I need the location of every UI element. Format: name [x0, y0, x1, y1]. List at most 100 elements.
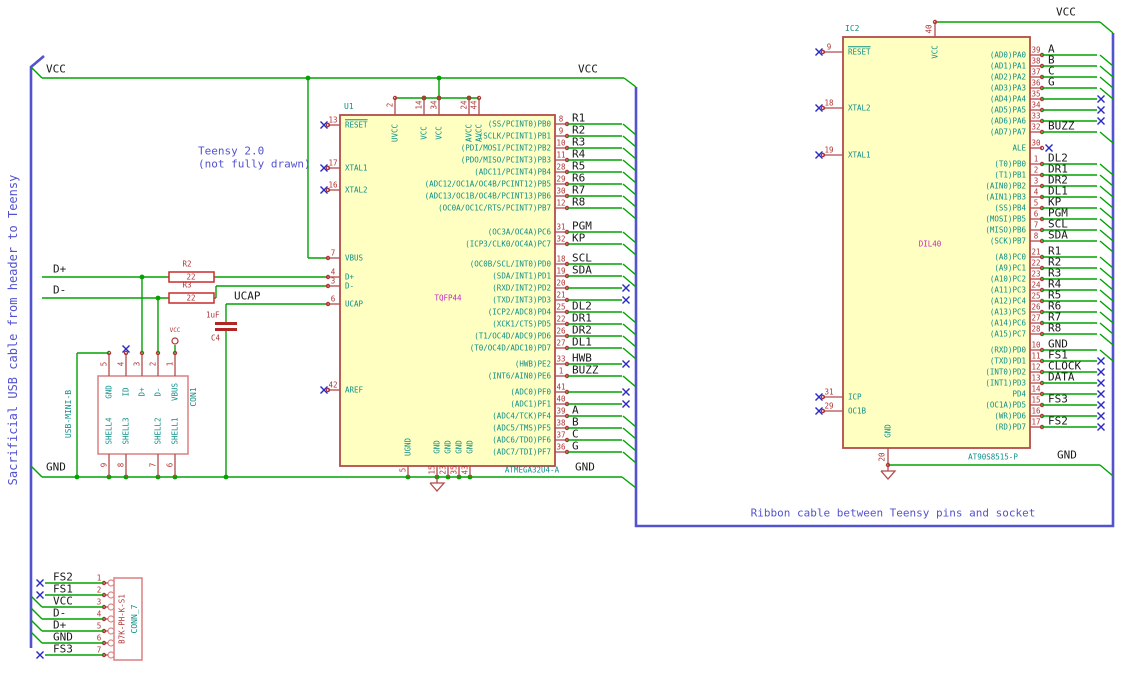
pin-number: 1: [558, 366, 564, 376]
bus-entry: [622, 415, 637, 428]
bus-entry: [1099, 218, 1114, 231]
wire: [30, 66, 43, 79]
pin-name: D+: [137, 387, 147, 397]
pin-name: (AD3)PA3: [989, 83, 1026, 93]
bus-entry: [1099, 65, 1114, 78]
u1-package: TQFP44: [434, 293, 462, 303]
pin-number: 13: [328, 115, 338, 125]
junction-dot: [223, 474, 229, 480]
pin-name: (A9)PC1: [994, 263, 1026, 273]
bus-entry: [622, 243, 637, 256]
pin-number: 30: [556, 186, 566, 196]
pin-name: (ADC7/TDI)PF7: [492, 447, 551, 457]
bus-entry: [30, 619, 43, 632]
pin-number: 22: [556, 314, 566, 324]
pin-number: 11: [1031, 351, 1041, 361]
pin-number: 37: [556, 430, 566, 440]
pin-name: (SCK)PB7: [989, 236, 1026, 246]
bus-entry: [622, 207, 637, 220]
bus-entry: [622, 183, 637, 196]
pin-name: VCC: [419, 126, 429, 140]
pin-number: 13: [1031, 373, 1041, 383]
pin-number: 9: [558, 126, 564, 136]
bus-entry: [1099, 256, 1114, 269]
pin-name: (ICP2/ADC8)PD4: [487, 307, 551, 317]
pin-name: (INT1)PD3: [985, 378, 1026, 388]
bus-entry: [1099, 131, 1114, 144]
net-label: SDA: [1048, 228, 1068, 242]
pin-name: (AD4)PA4: [989, 94, 1026, 104]
net-label: VCC: [53, 594, 73, 608]
net-label: DATA: [1048, 370, 1075, 384]
net-label: BUZZ: [572, 363, 599, 377]
pin-name: VBUS: [345, 253, 364, 263]
pin-number: 34: [429, 100, 439, 110]
pin-name: (SS)PB4: [994, 203, 1026, 213]
pin-name: (AD0)PA0: [989, 50, 1026, 60]
net-label: FS3: [53, 642, 73, 656]
pin-name: RESET: [848, 47, 871, 57]
pin-number: 15: [427, 465, 437, 475]
pin-name: VCC: [434, 126, 444, 140]
net-label: R6: [572, 171, 586, 185]
pin-number: 4: [96, 609, 102, 619]
bus-entry: [622, 347, 637, 360]
pin-number: 22: [1031, 258, 1041, 268]
pin-name: (INT6/AIN0)PE6: [487, 371, 551, 381]
pin-number: 31: [556, 222, 566, 232]
pin-name: (A12)PC4: [989, 296, 1026, 306]
pin-number: 42: [328, 380, 338, 390]
bus-entry: [622, 335, 637, 348]
pin-name: ID: [121, 387, 131, 397]
pin-number: 3: [132, 361, 142, 367]
pin-name: (TXD)PD1: [989, 356, 1026, 366]
pin-number: 41: [556, 382, 566, 392]
pin-name: GND: [443, 440, 453, 454]
net-label: DL2: [572, 299, 592, 313]
pin-number: 7: [96, 645, 102, 655]
pin-number: 27: [1031, 313, 1041, 323]
pin-number: 29: [556, 174, 566, 184]
c4-plate: [215, 328, 237, 331]
pin-number: 14: [1031, 384, 1041, 394]
pin-name: SHELL1: [170, 417, 180, 445]
junction-dot: [436, 75, 442, 81]
bus-entry: [1099, 240, 1114, 253]
bus-entry: [30, 631, 43, 644]
wire: [1099, 464, 1114, 477]
net-label: KP: [572, 231, 586, 245]
connector-pin-circle: [107, 603, 115, 611]
pin-number: 4: [116, 361, 126, 367]
u1-ref: U1: [344, 102, 354, 111]
net-label-vcc-mid: VCC: [578, 62, 598, 76]
pin-number: 7: [330, 248, 336, 258]
connector-pin-circle: [107, 639, 115, 647]
pin-name: (T0/OC4D/ADC10)PD7: [469, 343, 551, 353]
junction-dot: [305, 75, 311, 81]
pin-name: (ADC11/PCINT4)PB4: [474, 167, 551, 177]
pin-number: 2: [148, 361, 158, 367]
bus-entry: [1099, 54, 1114, 67]
pin-name: (RXD)PD0: [989, 345, 1026, 355]
pin-number: 40: [556, 394, 566, 404]
pin-name: XTAL1: [848, 150, 871, 160]
r3-value: 22: [186, 293, 196, 303]
conn7-value: B7K-PH-K-S1: [117, 594, 127, 644]
net-label: R3: [572, 135, 586, 149]
pin-number: 32: [1031, 122, 1041, 132]
ic2-value: AT90S8515-P: [968, 452, 1018, 462]
bus-entry: [1099, 163, 1114, 176]
net-label: R2: [572, 123, 586, 137]
pin-number: 23: [1031, 269, 1041, 279]
pin-number: 23: [438, 465, 448, 475]
bus-entry: [1099, 267, 1114, 280]
pin-name: (AIN1)PB3: [985, 192, 1026, 202]
pin-number: 33: [556, 354, 566, 364]
pin-name: ALE: [1012, 143, 1026, 153]
pin-number: 12: [1031, 362, 1041, 372]
pin-name: VBUS: [170, 382, 180, 402]
pin-number: 38: [1031, 56, 1041, 66]
wire: [1099, 21, 1114, 34]
pin-number: 43: [460, 465, 470, 475]
net-label: SDA: [572, 263, 592, 277]
